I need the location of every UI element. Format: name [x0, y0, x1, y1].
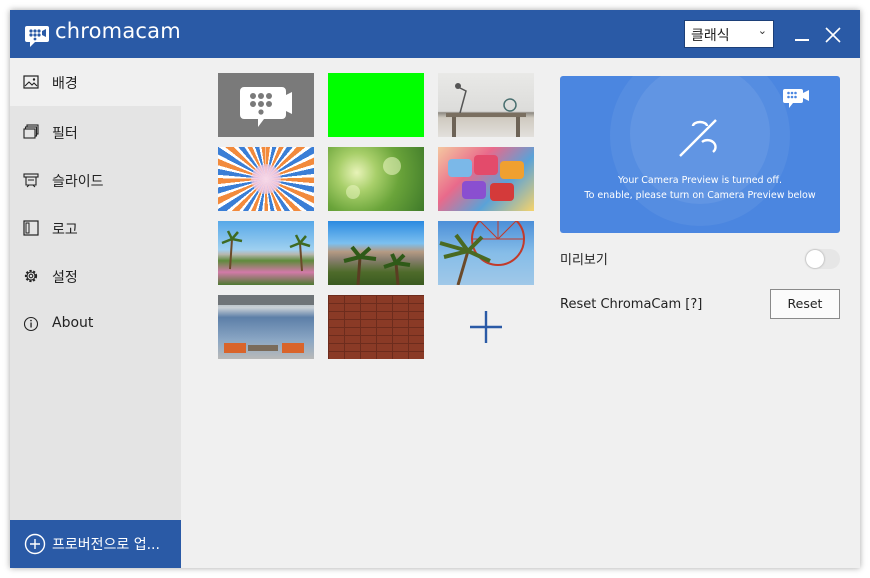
title-bar: chromacam 클래식 ⌄: [10, 10, 860, 58]
background-tile-green-screen[interactable]: [328, 73, 424, 137]
sidebar-item-label: About: [52, 315, 94, 331]
background-tile-desert-park[interactable]: [218, 221, 314, 285]
background-tile-speech-bubbles[interactable]: [438, 147, 534, 211]
preview-toggle-label: 미리보기: [560, 253, 608, 268]
sidebar-item-label: 필터: [52, 126, 78, 142]
lounge-chairs-icon: [218, 295, 314, 353]
plus-circle-icon: [24, 533, 46, 555]
sidebar-item-background[interactable]: 배경: [10, 58, 181, 106]
camera-preview: Your Camera Preview is turned off. To en…: [560, 76, 840, 233]
filter-icon: [23, 124, 39, 139]
close-icon[interactable]: [822, 24, 844, 46]
chromacam-logo-icon: [783, 89, 809, 108]
sidebar-item-filter[interactable]: 필터: [10, 108, 181, 156]
chromacam-logo-icon: [240, 87, 292, 127]
sidebar-item-label: 배경: [52, 76, 78, 92]
reset-button[interactable]: Reset: [770, 289, 840, 319]
background-tile-white-brick-desk[interactable]: [438, 73, 534, 137]
background-tile-red-brick[interactable]: [328, 295, 424, 359]
chevron-down-icon: ⌄: [757, 24, 767, 37]
mode-select[interactable]: 클래식 ⌄: [684, 20, 774, 48]
bokeh-dot: [346, 185, 360, 199]
sidebar-item-slides[interactable]: 슬라이드: [10, 156, 181, 204]
image-icon: [23, 75, 39, 89]
app-window: chromacam 클래식 ⌄ 배경 필터 슬라이드 로고 설정 About 프…: [10, 10, 860, 568]
minimize-button[interactable]: [790, 26, 814, 44]
upgrade-to-pro-button[interactable]: 프로버전으로 업...: [10, 520, 181, 568]
speech-bubbles-icon: [448, 155, 524, 201]
add-background-plus-icon[interactable]: [458, 305, 514, 349]
palm-tree-icon: [343, 245, 411, 285]
toggle-knob: [806, 250, 824, 268]
info-icon: [23, 316, 39, 332]
background-tile-modern-lounge[interactable]: [218, 295, 314, 359]
gear-icon: [24, 269, 38, 283]
logo-icon: [23, 220, 39, 236]
upgrade-label: 프로버전으로 업...: [52, 537, 160, 553]
palm-tree-icon: [221, 230, 311, 272]
background-tile-palm-mountains[interactable]: [328, 221, 424, 285]
sidebar-item-label: 슬라이드: [52, 174, 104, 190]
sidebar: 배경 필터 슬라이드 로고 설정 About 프로버전으로 업...: [10, 58, 181, 568]
sunburst-center: [251, 164, 281, 194]
app-title: chromacam: [55, 19, 181, 43]
background-tile-sunburst[interactable]: [218, 147, 314, 211]
desk-lamp-scene-icon: [446, 83, 526, 137]
sidebar-item-about[interactable]: About: [10, 300, 181, 348]
preview-enable-hint: To enable, please turn on Camera Preview…: [584, 190, 816, 201]
sidebar-item-label: 로고: [52, 222, 78, 238]
sidebar-item-logo[interactable]: 로고: [10, 204, 181, 252]
bokeh-dot: [383, 157, 401, 175]
mode-select-value: 클래식: [691, 28, 730, 44]
chromacam-logo-icon: [25, 26, 49, 47]
background-tile-ferris-wheel[interactable]: [438, 221, 534, 285]
slide-icon: [23, 173, 39, 188]
sidebar-item-label: 설정: [52, 270, 78, 286]
preview-off-message: Your Camera Preview is turned off.: [618, 175, 782, 186]
sidebar-item-settings[interactable]: 설정: [10, 252, 181, 300]
ferris-wheel-icon: [439, 221, 525, 285]
background-tile-chromacam-logo[interactable]: [218, 73, 314, 137]
reset-chromacam-label: Reset ChromaCam [?]: [560, 297, 703, 312]
preview-toggle[interactable]: [805, 249, 840, 269]
background-tile-green-bokeh[interactable]: [328, 147, 424, 211]
camera-off-icon: [679, 119, 717, 157]
